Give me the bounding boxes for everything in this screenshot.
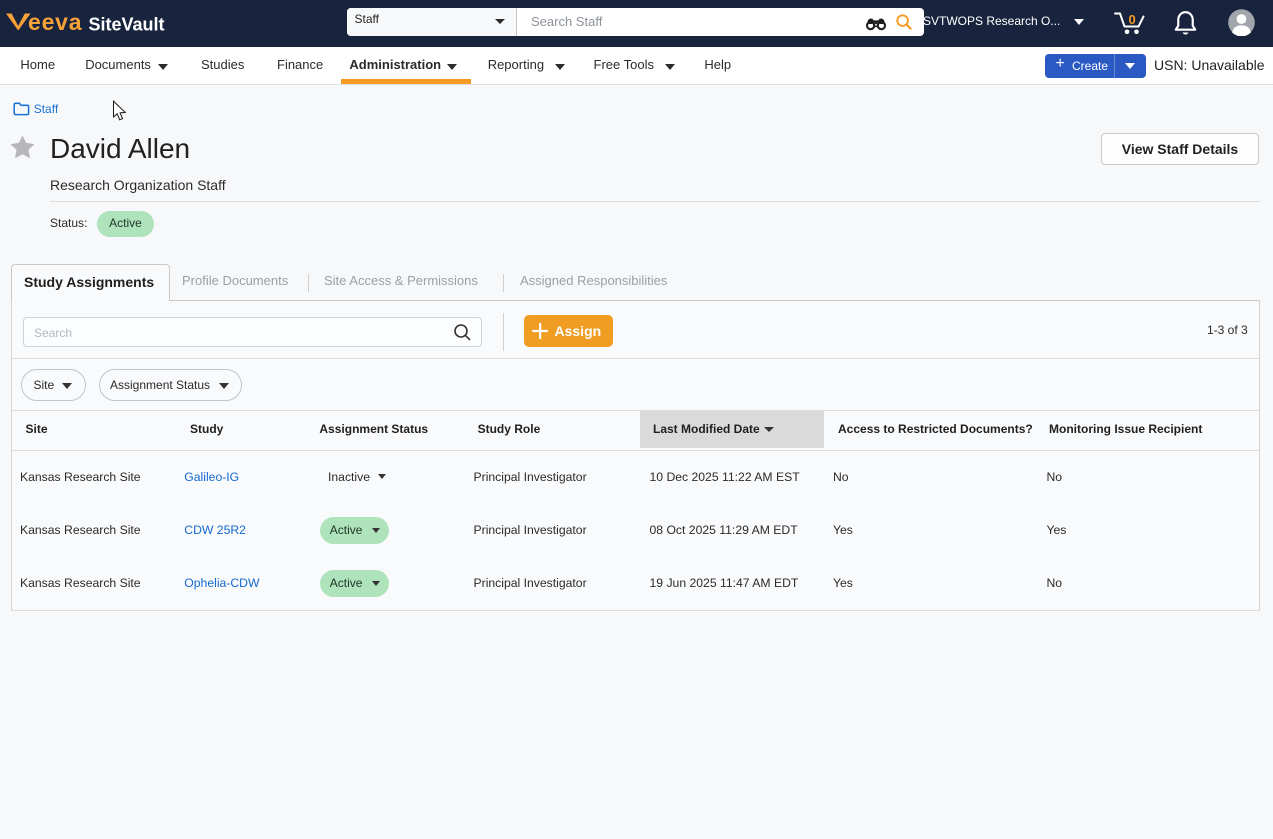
svg-text:SiteVault: SiteVault: [89, 15, 165, 35]
svg-text:eeva: eeva: [28, 9, 82, 35]
svg-text:0: 0: [1129, 12, 1136, 27]
